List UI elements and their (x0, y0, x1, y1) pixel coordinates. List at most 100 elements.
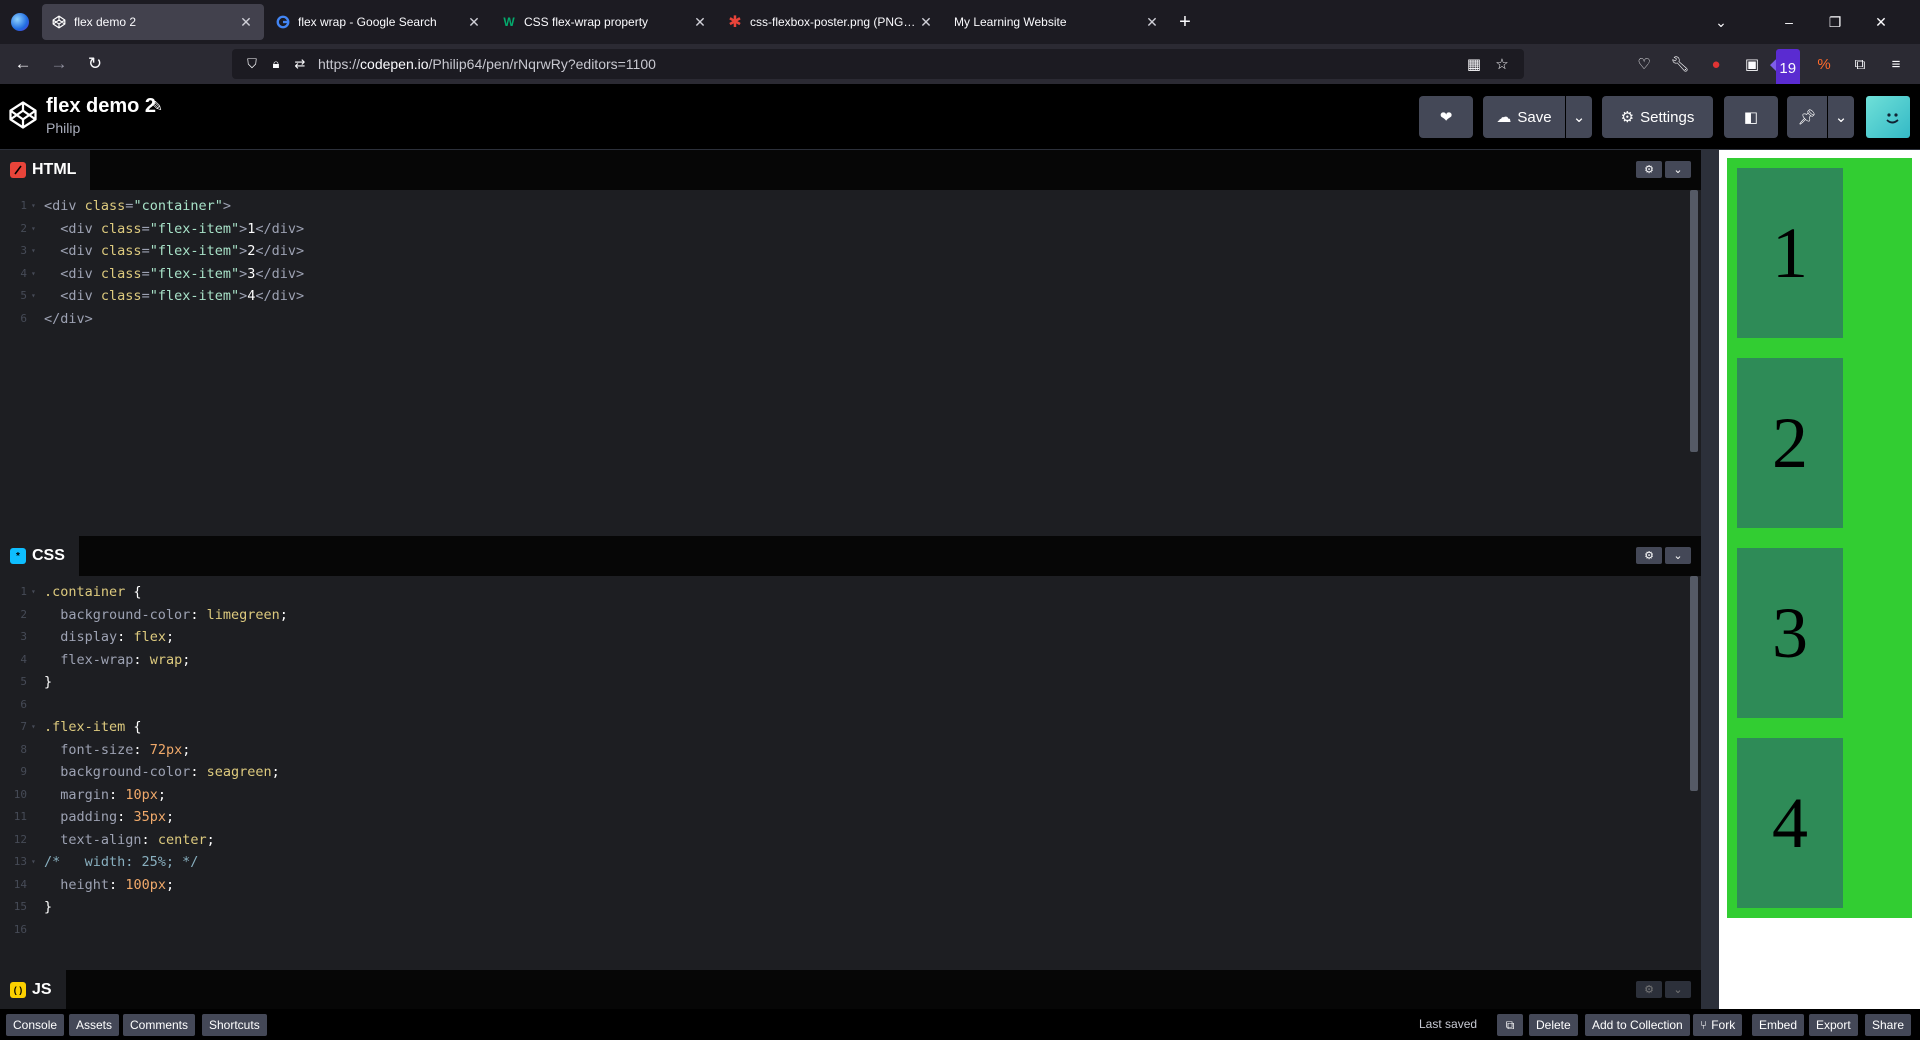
address-bar[interactable]: ⛉ 🔒︎ ⇄ https://codepen.io/Philip64/pen/r… (232, 49, 1524, 79)
shield-icon[interactable]: ⛉ (240, 56, 264, 72)
minimize-icon[interactable]: – (1766, 14, 1812, 30)
save-button[interactable]: ☁ Save (1483, 96, 1565, 138)
tab-flex-demo-2[interactable]: flex demo 2 ✕ (42, 4, 264, 40)
tab-my-learning-website[interactable]: My Learning Website ✕ (944, 4, 1170, 40)
flex-item-1: 1 (1737, 168, 1843, 338)
forward-arrow-icon[interactable]: → (41, 48, 77, 80)
window-controls: ⌄ – ❐ ✕ (1698, 0, 1904, 44)
gear-icon[interactable]: ⚙ (1636, 161, 1662, 178)
fold-arrow-icon[interactable]: ▾ (31, 240, 36, 263)
fold-arrow-icon[interactable]: ▾ (31, 716, 36, 739)
ad-blocker-icon[interactable]: ● (1698, 44, 1734, 84)
close-tab-icon[interactable]: ✕ (466, 14, 482, 31)
chevron-down-icon[interactable]: ⌄ (1665, 547, 1691, 564)
line-number: 7 (20, 720, 27, 733)
save-options-button[interactable]: ⌄ (1566, 96, 1592, 138)
css-code-editor[interactable]: 1 ▾ .container { 2 background-color: limeg… (0, 576, 1701, 970)
embed-button[interactable]: Embed (1752, 1014, 1805, 1036)
qr-code-icon[interactable]: ▦ (1460, 55, 1488, 73)
code-text: <div class="flex-item">1</div> (60, 220, 305, 237)
fold-arrow-icon[interactable]: ▾ (31, 263, 36, 286)
code-line: 5 ▾ <div class="flex-item">4</div> (0, 285, 1701, 308)
add-to-collection-button[interactable]: Add to Collection (1585, 1014, 1690, 1036)
comments-button[interactable]: Comments (123, 1014, 196, 1036)
permissions-icon[interactable]: ⇄ (288, 56, 312, 72)
close-tab-icon[interactable]: ✕ (918, 14, 934, 31)
percent-extension-icon[interactable]: % (1806, 44, 1842, 84)
back-arrow-icon[interactable]: ← (5, 48, 41, 80)
console-button[interactable]: Console (6, 1014, 65, 1036)
chevron-down-icon[interactable]: ⌄ (1665, 981, 1691, 998)
html-editor-tab[interactable]: HTML (0, 150, 91, 190)
js-editor-tab[interactable]: ( ) JS (0, 970, 66, 1009)
fold-arrow-icon[interactable]: ▾ (31, 851, 36, 874)
export-button[interactable]: Export (1809, 1014, 1858, 1036)
gear-icon[interactable]: ⚙ (1636, 981, 1662, 998)
tab-flexbox-poster[interactable]: ✱ css-flexbox-poster.png (PNG Im ✕ (718, 4, 944, 40)
line-number: 14 (13, 877, 27, 891)
css-editor-scrollbar[interactable] (1690, 576, 1698, 791)
screenshot-icon[interactable]: ▣ (1734, 44, 1770, 84)
fold-arrow-icon[interactable]: ▾ (31, 581, 36, 604)
firefox-view-icon[interactable] (0, 0, 40, 44)
delete-button[interactable]: Delete (1529, 1014, 1578, 1036)
fold-arrow-icon[interactable]: ▾ (31, 218, 36, 241)
restore-icon[interactable]: ❐ (1812, 14, 1858, 31)
close-tab-icon[interactable]: ✕ (1144, 14, 1160, 31)
line-number: 11 (13, 810, 27, 823)
html-code-editor[interactable]: 1 ▾ <div class="container"> 2 ▾ <div class=… (0, 190, 1701, 536)
close-window-icon[interactable]: ✕ (1858, 14, 1904, 31)
reload-icon[interactable]: ↻ (77, 48, 113, 80)
chevron-down-icon: ⌄ (1834, 109, 1848, 126)
line-number: 15 (13, 900, 27, 913)
shortcuts-button[interactable]: Shortcuts (202, 1014, 267, 1036)
settings-button[interactable]: ⚙ Settings (1602, 96, 1713, 138)
wrench-icon[interactable]: 🔧︎ (1662, 44, 1698, 84)
assets-button[interactable]: Assets (69, 1014, 120, 1036)
tab-title: flex demo 2 (74, 15, 137, 29)
chevron-down-icon[interactable]: ⌄ (1665, 161, 1691, 178)
fold-arrow-icon[interactable]: ▾ (31, 195, 36, 218)
line-number: 1 (20, 199, 27, 212)
code-text: background-color: limegreen; (60, 606, 288, 623)
extension-badge-icon[interactable]: ◆19 (1770, 44, 1806, 89)
result-resize-handle[interactable] (1701, 150, 1719, 1009)
change-view-button[interactable]: ◧ (1724, 96, 1778, 138)
html-editor-scrollbar[interactable] (1690, 190, 1698, 452)
css-editor-tab[interactable]: * CSS (0, 536, 79, 576)
pen-title[interactable]: flex demo 2 (46, 95, 156, 118)
tab-google-search[interactable]: flex wrap - Google Search ✕ (266, 4, 492, 40)
code-text: font-size: 72px; (60, 741, 191, 758)
lock-icon[interactable]: 🔒︎ (264, 56, 288, 72)
tab-w3schools[interactable]: W CSS flex-wrap property ✕ (492, 4, 718, 40)
edit-title-pencil-icon[interactable]: ✎ (151, 98, 163, 115)
user-avatar[interactable] (1866, 96, 1910, 138)
extensions-puzzle-icon[interactable]: ⧉ (1842, 44, 1878, 84)
pocket-icon[interactable]: ♡ (1626, 44, 1662, 84)
close-tab-icon[interactable]: ✕ (692, 14, 708, 31)
code-line: 6 </div> (0, 308, 1701, 331)
pin-options-button[interactable]: ⌄ (1828, 96, 1854, 138)
list-all-tabs-icon[interactable]: ⌄ (1698, 14, 1744, 31)
tab-title: css-flexbox-poster.png (PNG Im (750, 15, 918, 29)
code-text: .container { (44, 584, 142, 600)
app-menu-icon[interactable]: ≡ (1878, 44, 1914, 84)
fork-button[interactable]: ⑂ Fork (1693, 1014, 1743, 1036)
pin-button[interactable]: 📌︎ (1787, 96, 1827, 138)
line-number: 8 (20, 742, 27, 756)
code-text: padding: 35px; (60, 809, 175, 825)
bookmark-star-icon[interactable]: ☆ (1488, 55, 1516, 73)
line-number: 16 (13, 922, 27, 936)
w3schools-icon: W (503, 15, 515, 29)
open-in-new-window-button[interactable]: ⧉ (1497, 1014, 1523, 1036)
new-tab-button[interactable]: + (1170, 11, 1200, 34)
share-button[interactable]: Share (1865, 1014, 1912, 1036)
pen-owner[interactable]: Philip (46, 120, 80, 136)
line-number: 13 (13, 855, 27, 868)
close-tab-icon[interactable]: ✕ (238, 14, 254, 31)
fold-arrow-icon[interactable]: ▾ (31, 285, 36, 308)
code-text: <div class="flex-item">2</div> (60, 243, 305, 259)
codepen-logo-icon[interactable] (8, 100, 38, 130)
gear-icon[interactable]: ⚙ (1636, 547, 1662, 564)
love-button[interactable]: ❤ (1419, 96, 1473, 138)
